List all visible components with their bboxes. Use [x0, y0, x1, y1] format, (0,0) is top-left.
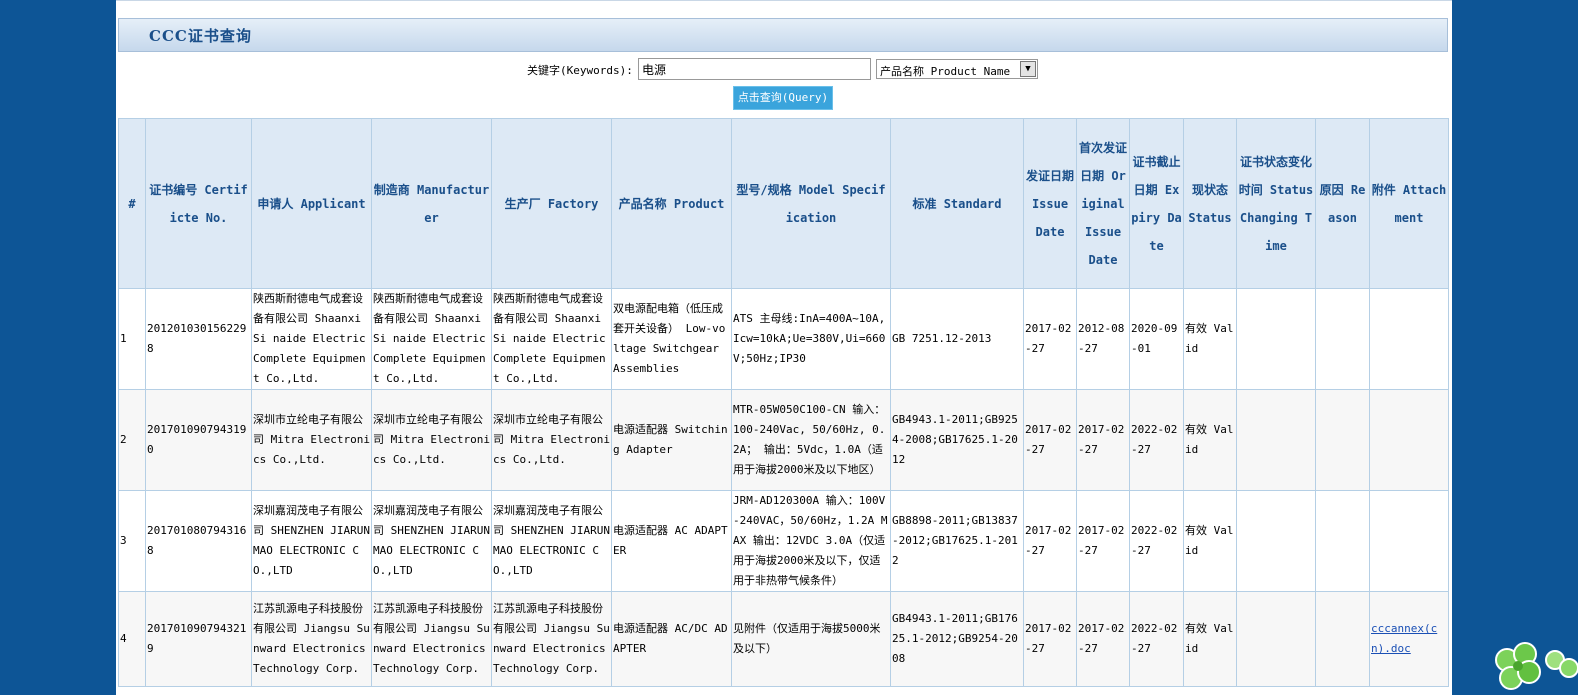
cell-attachment [1369, 490, 1449, 592]
cell-model: 见附件（仅适用于海拔5000米及以下） [731, 591, 891, 687]
cell-original-issue-date: 2012-08-27 [1076, 288, 1130, 390]
cell-issue-date: 2017-02-27 [1023, 288, 1077, 390]
cell-original-issue-date: 2017-02-27 [1076, 490, 1130, 592]
page-container: CCC证书查询 关键字(Keywords): 产品名称 Product Name… [116, 0, 1452, 695]
cell-reason [1315, 288, 1370, 390]
cell-status: 有效 Valid [1183, 288, 1237, 390]
cell-expiry-date: 2022-02-27 [1129, 591, 1184, 687]
table-row: 1 2012010301562298 陕西斯耐德电气成套设备有限公司 Shaan… [118, 288, 1449, 390]
header-manufacturer: 制造商 Manufacturer [371, 118, 492, 289]
clover-icon [1495, 642, 1578, 690]
search-field-select[interactable]: 产品名称 Product Name ▼ [876, 59, 1038, 79]
title-bar: CCC证书查询 [118, 18, 1448, 52]
cell-attachment: cccannex(cn).doc [1369, 591, 1449, 687]
cell-standard: GB 7251.12-2013 [890, 288, 1024, 390]
cell-applicant: 江苏凯源电子科技股份有限公司 Jiangsu Sunward Electroni… [251, 591, 372, 687]
search-field-selected: 产品名称 Product Name [880, 65, 1011, 78]
cell-status: 有效 Valid [1183, 591, 1237, 687]
cell-status-change [1236, 389, 1316, 491]
cell-product: 电源适配器 AC ADAPTER [611, 490, 732, 592]
table-row: 2 2017010907943190 深圳市立纶电子有限公司 Mitra Ele… [118, 389, 1449, 491]
cell-original-issue-date: 2017-02-27 [1076, 591, 1130, 687]
header-applicant: 申请人 Applicant [251, 118, 372, 289]
cell-attachment [1369, 389, 1449, 491]
cell-status: 有效 Valid [1183, 490, 1237, 592]
keyword-label: 关键字(Keywords): [527, 64, 633, 77]
cell-factory: 陕西斯耐德电气成套设备有限公司 Shaanxi Si naide Electri… [491, 288, 612, 390]
header-product: 产品名称 Product [611, 118, 732, 289]
cell-applicant: 深圳市立纶电子有限公司 Mitra Electronics Co.,Ltd. [251, 389, 372, 491]
cell-num: 2 [118, 389, 146, 491]
query-button[interactable]: 点击查询(Query) [733, 86, 833, 110]
cell-reason [1315, 591, 1370, 687]
header-cert-no: 证书编号 Certificte No. [145, 118, 252, 289]
cell-standard: GB8898-2011;GB13837-2012;GB17625.1-2012 [890, 490, 1024, 592]
header-reason: 原因 Reason [1315, 118, 1370, 289]
cell-status-change [1236, 591, 1316, 687]
cell-status-change [1236, 288, 1316, 390]
header-num: # [118, 118, 146, 289]
cell-product: 双电源配电箱（低压成套开关设备） Low-voltage Switchgear … [611, 288, 732, 390]
cell-cert-no: 2012010301562298 [145, 288, 252, 390]
table-row: 4 2017010907943219 江苏凯源电子科技股份有限公司 Jiangs… [118, 591, 1449, 687]
header-attachment: 附件 Attachment [1369, 118, 1449, 289]
cell-manufacturer: 深圳市立纶电子有限公司 Mitra Electronics Co.,Ltd. [371, 389, 492, 491]
header-issue-date: 发证日期 Issue Date [1023, 118, 1077, 289]
cell-factory: 深圳嘉润茂电子有限公司 SHENZHEN JIARUNMAO ELECTRONI… [491, 490, 612, 592]
cell-reason [1315, 490, 1370, 592]
header-standard: 标准 Standard [890, 118, 1024, 289]
cell-cert-no: 2017010907943190 [145, 389, 252, 491]
header-expiry-date: 证书截止日期 Expiry Date [1129, 118, 1184, 289]
cell-factory: 江苏凯源电子科技股份有限公司 Jiangsu Sunward Electroni… [491, 591, 612, 687]
cell-model: ATS 主母线:InA=400A~10A,Icw=10kA;Ue=380V,Ui… [731, 288, 891, 390]
cell-num: 1 [118, 288, 146, 390]
cell-expiry-date: 2022-02-27 [1129, 490, 1184, 592]
results-table: # 证书编号 Certificte No. 申请人 Applicant 制造商 … [118, 118, 1449, 687]
cell-manufacturer: 深圳嘉润茂电子有限公司 SHENZHEN JIARUNMAO ELECTRONI… [371, 490, 492, 592]
cell-model: MTR-05W050C100-CN 输入：100-240Vac, 50/60Hz… [731, 389, 891, 491]
header-status-change: 证书状态变化时间 Status Changing Time [1236, 118, 1316, 289]
cell-attachment [1369, 288, 1449, 390]
cell-cert-no: 2017010807943168 [145, 490, 252, 592]
keyword-input[interactable] [638, 58, 871, 80]
header-original-issue-date: 首次发证日期 Original Issue Date [1076, 118, 1130, 289]
cell-expiry-date: 2020-09-01 [1129, 288, 1184, 390]
cell-standard: GB4943.1-2011;GB9254-2008;GB17625.1-2012 [890, 389, 1024, 491]
header-status: 现状态 Status [1183, 118, 1237, 289]
table-header-row: # 证书编号 Certificte No. 申请人 Applicant 制造商 … [118, 118, 1449, 289]
attachment-link[interactable]: cccannex(cn).doc [1371, 622, 1437, 655]
chevron-down-icon[interactable]: ▼ [1020, 61, 1036, 77]
cell-issue-date: 2017-02-27 [1023, 591, 1077, 687]
cell-cert-no: 2017010907943219 [145, 591, 252, 687]
table-row: 3 2017010807943168 深圳嘉润茂电子有限公司 SHENZHEN … [118, 490, 1449, 592]
cell-original-issue-date: 2017-02-27 [1076, 389, 1130, 491]
cell-num: 3 [118, 490, 146, 592]
page-title: CCC证书查询 [149, 27, 252, 45]
cell-issue-date: 2017-02-27 [1023, 389, 1077, 491]
cell-num: 4 [118, 591, 146, 687]
cell-applicant: 陕西斯耐德电气成套设备有限公司 Shaanxi Si naide Electri… [251, 288, 372, 390]
cell-manufacturer: 陕西斯耐德电气成套设备有限公司 Shaanxi Si naide Electri… [371, 288, 492, 390]
cell-manufacturer: 江苏凯源电子科技股份有限公司 Jiangsu Sunward Electroni… [371, 591, 492, 687]
top-divider [116, 0, 1452, 1]
header-model: 型号/规格 Model Specification [731, 118, 891, 289]
cell-standard: GB4943.1-2011;GB17625.1-2012;GB9254-2008 [890, 591, 1024, 687]
cell-status: 有效 Valid [1183, 389, 1237, 491]
cell-applicant: 深圳嘉润茂电子有限公司 SHENZHEN JIARUNMAO ELECTRONI… [251, 490, 372, 592]
cell-product: 电源适配器 Switching Adapter [611, 389, 732, 491]
cell-model: JRM-AD120300A 输入：100V-240VAC，50/60Hz，1.2… [731, 490, 891, 592]
cell-factory: 深圳市立纶电子有限公司 Mitra Electronics Co.,Ltd. [491, 389, 612, 491]
cell-status-change [1236, 490, 1316, 592]
cell-product: 电源适配器 AC/DC ADAPTER [611, 591, 732, 687]
cell-reason [1315, 389, 1370, 491]
search-row: 关键字(Keywords): 产品名称 Product Name ▼ [116, 57, 1452, 81]
cell-issue-date: 2017-02-27 [1023, 490, 1077, 592]
header-factory: 生产厂 Factory [491, 118, 612, 289]
cell-expiry-date: 2022-02-27 [1129, 389, 1184, 491]
